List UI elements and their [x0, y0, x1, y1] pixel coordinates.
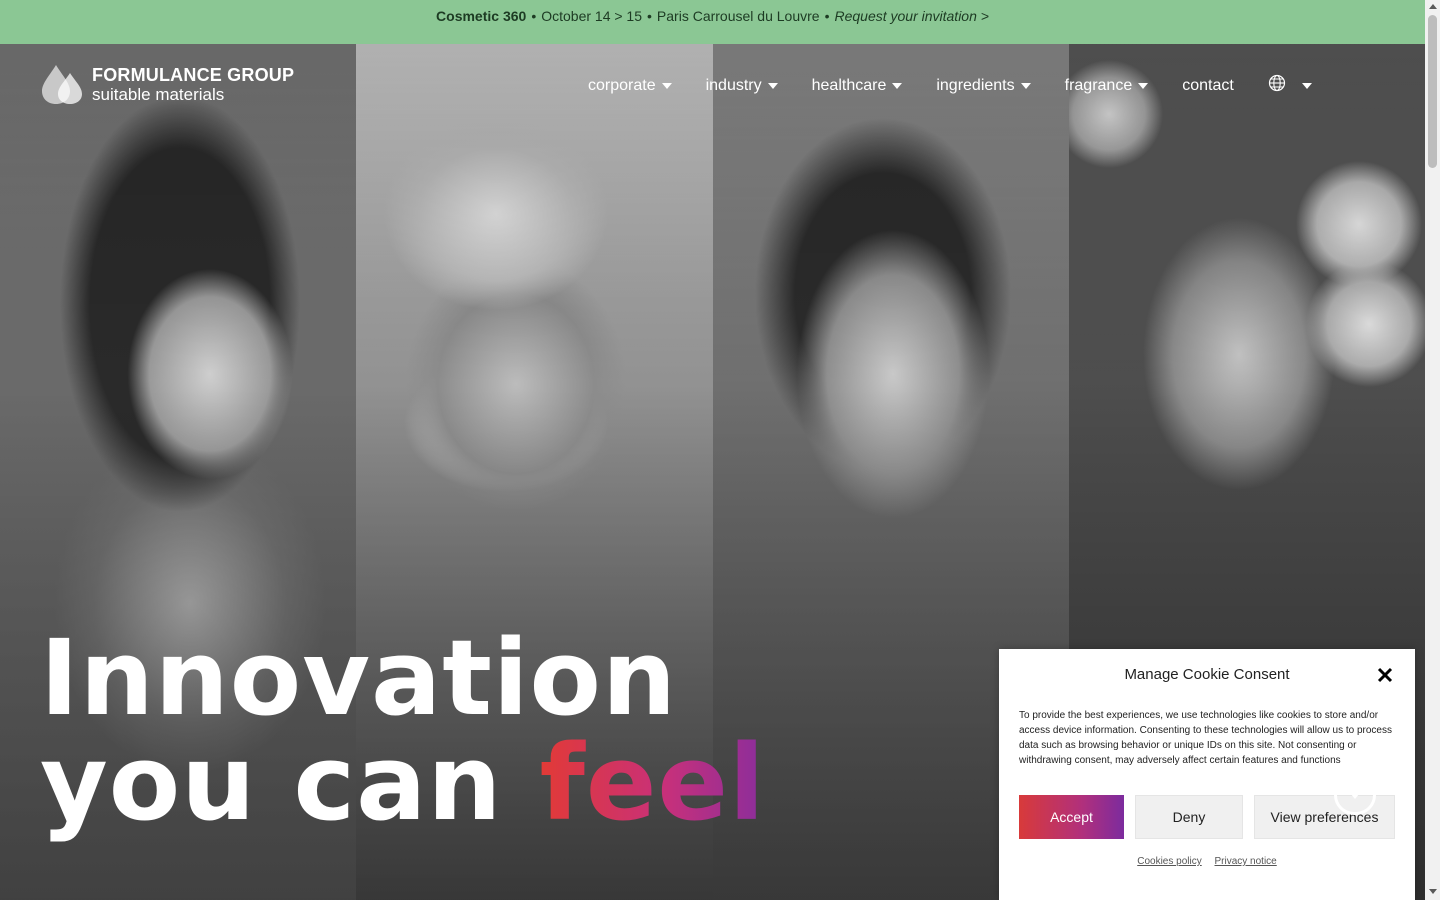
logo[interactable]: FORMULANCE GROUP suitable materials — [40, 63, 294, 105]
caret-down-icon — [1138, 82, 1149, 89]
cookie-description: To provide the best experiences, we use … — [1019, 710, 1392, 766]
cookie-links: Cookies policy Privacy notice — [1019, 856, 1395, 867]
main-nav: corporate industry healthcare ingredient… — [588, 74, 1312, 97]
nav-label: fragrance — [1064, 76, 1133, 94]
accept-button[interactable]: Accept — [1019, 795, 1124, 839]
caret-down-icon — [892, 82, 903, 89]
caret-down-icon — [1020, 82, 1031, 89]
nav-item-healthcare[interactable]: healthcare — [812, 77, 903, 95]
drop-logo-icon — [40, 63, 86, 105]
event-location: Paris Carrousel du Louvre — [656, 8, 820, 24]
separator: • — [647, 8, 652, 24]
scroll-up-arrow-icon[interactable] — [1429, 4, 1437, 9]
nav-item-corporate[interactable]: corporate — [588, 77, 672, 95]
scroll-thumb[interactable] — [1428, 15, 1437, 168]
nav-label: ingredients — [936, 76, 1015, 94]
globe-icon — [1268, 74, 1286, 97]
nav-item-contact[interactable]: contact — [1182, 77, 1234, 95]
nav-item-industry[interactable]: industry — [706, 77, 778, 95]
event-name: Cosmetic 360 — [436, 8, 527, 24]
privacy-notice-link[interactable]: Privacy notice — [1215, 856, 1277, 867]
deny-button[interactable]: Deny — [1135, 795, 1243, 839]
nav-item-fragrance[interactable]: fragrance — [1065, 77, 1149, 95]
headline-line-1: Innovation — [40, 617, 678, 739]
page-scrollbar[interactable] — [1425, 0, 1440, 900]
cookie-title: Manage Cookie Consent — [1124, 666, 1290, 683]
hero-headline: Innovation you can feel — [40, 626, 766, 836]
caret-down-icon — [1301, 82, 1312, 89]
headline-line-2: you can feel — [40, 731, 766, 836]
nav-label: corporate — [588, 76, 656, 94]
scroll-down-arrow-icon[interactable] — [1429, 889, 1437, 894]
headline-prefix: you can — [40, 722, 503, 844]
scroll-mouse-icon[interactable] — [1334, 757, 1376, 815]
invitation-link[interactable]: Request your invitation > — [834, 8, 988, 24]
announcement-bar[interactable]: Cosmetic 360 • October 14 > 15 • Paris C… — [0, 0, 1425, 44]
cookies-policy-link[interactable]: Cookies policy — [1137, 856, 1201, 867]
event-dates: October 14 > 15 — [541, 8, 643, 24]
nav-item-ingredients[interactable]: ingredients — [936, 76, 1031, 95]
language-selector[interactable] — [1268, 74, 1312, 97]
headline-highlight: feel — [539, 722, 766, 844]
caret-down-icon — [767, 82, 778, 89]
nav-label: contact — [1182, 76, 1234, 94]
separator: • — [824, 8, 830, 24]
separator: • — [531, 8, 537, 24]
nav-label: industry — [705, 76, 762, 94]
close-icon[interactable] — [1375, 665, 1395, 685]
logo-title: FORMULANCE GROUP — [92, 64, 295, 85]
caret-down-icon — [661, 82, 672, 89]
logo-subtitle: suitable materials — [92, 84, 225, 104]
nav-label: healthcare — [811, 76, 887, 94]
